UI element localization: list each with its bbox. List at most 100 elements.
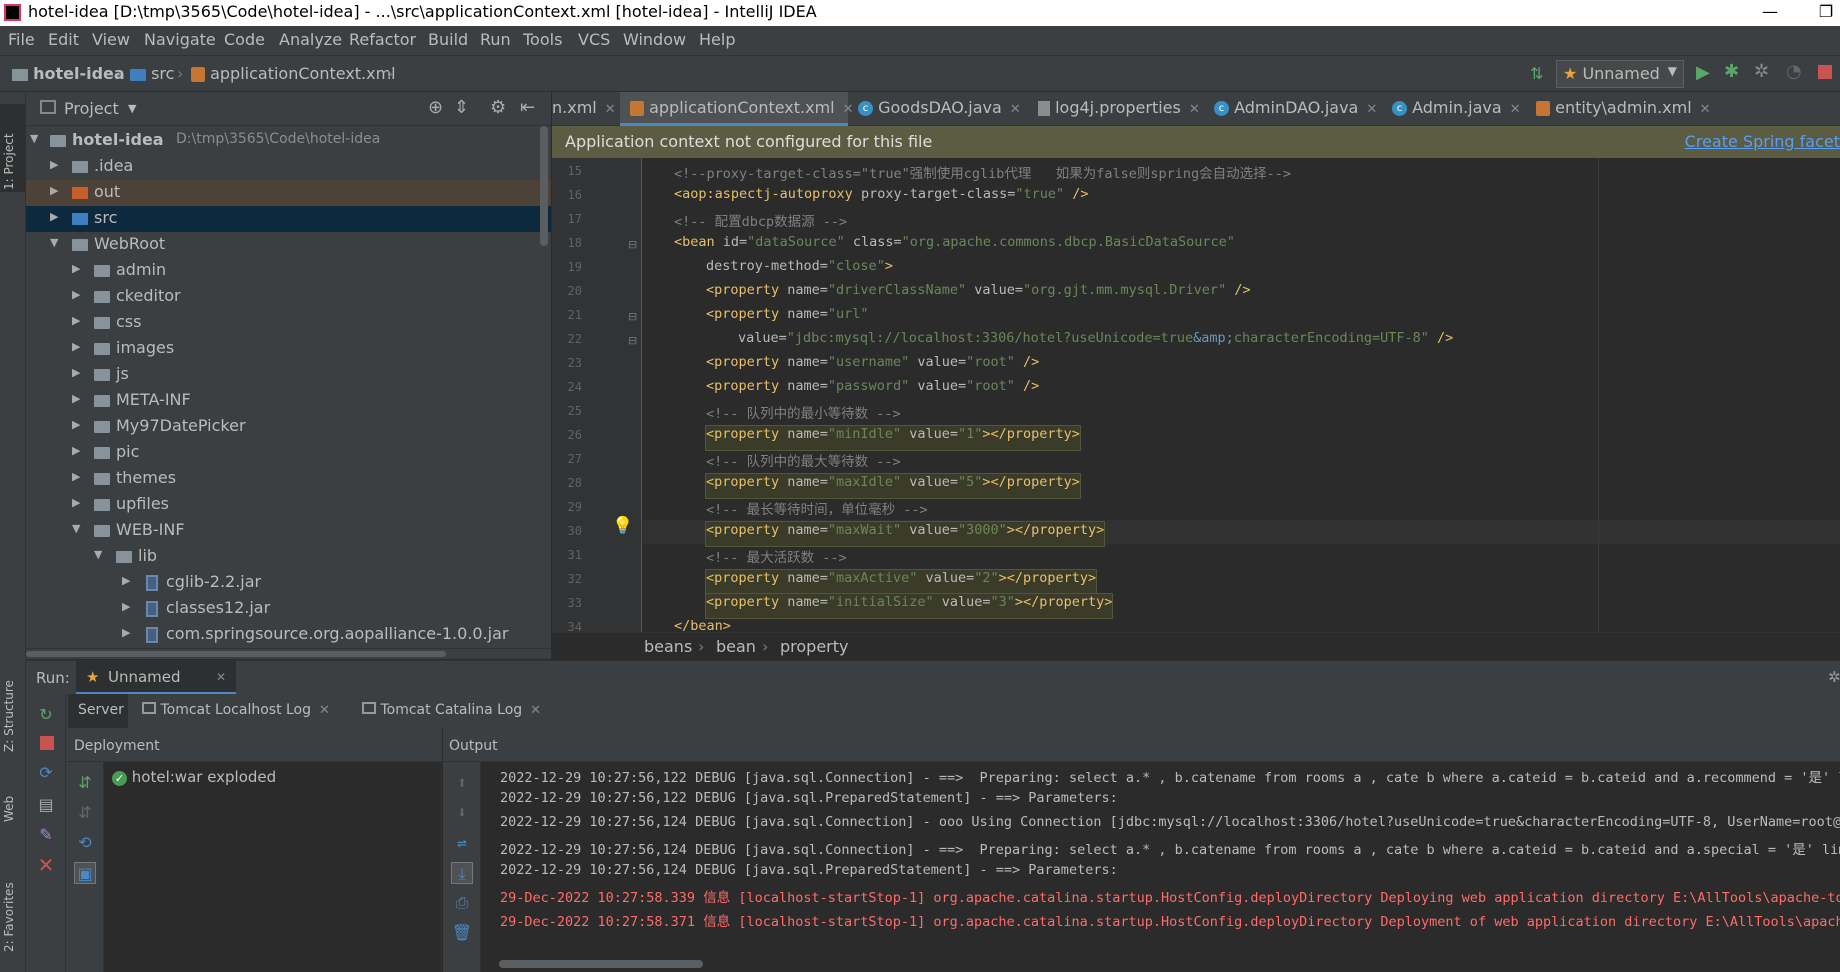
fold-icon[interactable]: ⊟ xyxy=(628,310,637,323)
minimize-button[interactable]: — xyxy=(1756,0,1784,26)
tree-row-themes[interactable]: ▶ themes xyxy=(26,466,551,492)
layout-icon[interactable]: ▤ xyxy=(35,794,57,816)
run-config-tab[interactable]: ★ Unnamed ✕ xyxy=(76,661,236,694)
coverage-icon[interactable]: ✲ xyxy=(1754,61,1769,82)
menu-analyze[interactable]: Analyze xyxy=(279,30,342,49)
tree-row-images[interactable]: ▶ images xyxy=(26,336,551,362)
trash-icon[interactable]: 🗑 xyxy=(451,922,473,944)
tree-row-admin[interactable]: ▶ admin xyxy=(26,258,551,284)
tree-row-src[interactable]: ▶ src xyxy=(26,206,551,232)
close-icon[interactable]: ✕ xyxy=(216,670,226,684)
fold-icon[interactable]: ⊟ xyxy=(628,238,637,251)
subtab-tomcat-catalina-log[interactable]: Tomcat Catalina Log ✕ xyxy=(356,694,556,728)
menu-code[interactable]: Code xyxy=(224,30,265,49)
gear-icon[interactable]: ⚙ xyxy=(490,97,506,118)
editor-crumb-property[interactable]: property xyxy=(780,637,849,656)
code-editor[interactable]: <!--proxy-target-class="true"强制使用cglib代理… xyxy=(643,158,1840,632)
tree-row-root[interactable]: ▼ hotel-idea D:\tmp\3565\Code\hotel-idea xyxy=(26,128,551,154)
editor-crumb-beans[interactable]: beans xyxy=(644,637,692,656)
close-icon[interactable]: ✕ xyxy=(1189,102,1200,117)
tree-row-css[interactable]: ▶ css xyxy=(26,310,551,336)
down-arrow-icon[interactable]: ⬇ xyxy=(451,802,473,824)
artifact-icon[interactable]: ▣ xyxy=(74,862,96,884)
close-icon[interactable]: ✕ xyxy=(1010,102,1021,117)
rerun-icon[interactable]: ↻ xyxy=(35,704,57,726)
close-icon[interactable]: ✕ xyxy=(35,854,57,876)
horizontal-scrollbar[interactable] xyxy=(26,648,551,659)
close-icon[interactable]: ✕ xyxy=(1366,102,1377,117)
tree-row-lib[interactable]: ▼ lib xyxy=(26,544,551,570)
tree-row-classes12-jar[interactable]: ▶ classes12.jar xyxy=(26,596,551,622)
close-icon[interactable]: ✕ xyxy=(319,703,330,718)
output-horizontal-scrollbar[interactable] xyxy=(499,960,703,968)
structure-tool-tab[interactable]: Z: Structure xyxy=(2,662,24,752)
up-arrow-icon[interactable]: ⬆ xyxy=(451,772,473,794)
fold-icon[interactable]: ⊟ xyxy=(628,334,637,347)
tab-admindao-java[interactable]: c AdminDAO.java ✕ xyxy=(1214,92,1386,126)
breadcrumb-src[interactable]: src xyxy=(130,64,174,83)
tree-row-idea[interactable]: ▶ .idea xyxy=(26,154,551,180)
subtab-server[interactable]: Server xyxy=(68,694,128,728)
tree-row-web-inf[interactable]: ▼ WEB-INF xyxy=(26,518,551,544)
scroll-to-end-icon[interactable]: ⤓ xyxy=(451,862,473,884)
tree-row-webroot[interactable]: ▼ WebRoot xyxy=(26,232,551,258)
create-spring-facet-link[interactable]: Create Spring facet xyxy=(1685,132,1840,151)
tree-row-meta-inf[interactable]: ▶ META-INF xyxy=(26,388,551,414)
tab-applicationcontext-xml[interactable]: applicationContext.xml ✕ xyxy=(620,92,854,126)
breadcrumb-file[interactable]: applicationContext.xml xyxy=(191,64,396,83)
run-icon[interactable]: ▶ xyxy=(1696,62,1710,83)
tab-log4j-properties[interactable]: log4j.properties ✕ xyxy=(1038,92,1202,126)
menu-window[interactable]: Window xyxy=(623,30,686,49)
menu-view[interactable]: View xyxy=(92,30,130,49)
undeploy-icon[interactable]: ⇵ xyxy=(74,802,96,824)
tree-row-cglib-jar[interactable]: ▶ cglib-2.2.jar xyxy=(26,570,551,596)
soft-wrap-icon[interactable]: ⇌ xyxy=(451,832,473,854)
menu-refactor[interactable]: Refactor xyxy=(349,30,416,49)
tab-goodsdao-java[interactable]: c GoodsDAO.java ✕ xyxy=(858,92,1030,126)
locate-icon[interactable]: ⊕ xyxy=(428,97,443,118)
build-icon[interactable]: ⇅ xyxy=(1530,64,1543,83)
deploy-icon[interactable]: ⇵ xyxy=(74,772,96,794)
tree-row-ckeditor[interactable]: ▶ ckeditor xyxy=(26,284,551,310)
menu-vcs[interactable]: VCS xyxy=(578,30,610,49)
breadcrumb-project[interactable]: hotel-idea xyxy=(12,64,125,83)
settings-icon[interactable]: ✲ xyxy=(1828,668,1840,686)
update-icon[interactable]: ⟳ xyxy=(35,762,57,784)
chevron-down-icon[interactable]: ▼ xyxy=(128,102,136,115)
lightbulb-icon[interactable]: 💡 xyxy=(612,516,633,536)
tree-row-out[interactable]: ▶ out xyxy=(26,180,551,206)
menu-help[interactable]: Help xyxy=(699,30,735,49)
hide-icon[interactable]: ⇤ xyxy=(520,97,535,118)
close-icon[interactable]: ✕ xyxy=(1700,102,1711,117)
vertical-scrollbar[interactable] xyxy=(540,126,548,246)
stop-icon[interactable] xyxy=(1818,65,1832,79)
maximize-button[interactable]: ❐ xyxy=(1812,0,1840,26)
redeploy-icon[interactable]: ⟲ xyxy=(74,832,96,854)
tab-entity-admin-xml[interactable]: entity\admin.xml ✕ xyxy=(1536,92,1716,126)
close-icon[interactable]: ✕ xyxy=(1510,102,1521,117)
tree-row-js[interactable]: ▶ js xyxy=(26,362,551,388)
print-icon[interactable]: ⎙ xyxy=(451,892,473,914)
profile-icon[interactable]: ◔ xyxy=(1786,61,1802,82)
deployment-item[interactable]: ✓ hotel:war exploded xyxy=(112,768,276,786)
menu-edit[interactable]: Edit xyxy=(48,30,79,49)
menu-run[interactable]: Run xyxy=(480,30,511,49)
menu-navigate[interactable]: Navigate xyxy=(144,30,216,49)
project-view-title[interactable]: Project xyxy=(64,99,119,118)
editor-crumb-bean[interactable]: bean xyxy=(716,637,756,656)
web-tool-tab[interactable]: Web xyxy=(2,782,24,822)
subtab-tomcat-localhost-log[interactable]: Tomcat Localhost Log ✕ xyxy=(136,694,344,728)
tree-row-pic[interactable]: ▶ pic xyxy=(26,440,551,466)
close-icon[interactable]: ✕ xyxy=(530,703,541,718)
menu-tools[interactable]: Tools xyxy=(523,30,562,49)
menu-file[interactable]: File xyxy=(8,30,35,49)
close-icon[interactable]: ✕ xyxy=(605,102,616,117)
tab-admin-xml-partial[interactable]: n.xml ✕ xyxy=(552,92,616,126)
favorites-tool-tab[interactable]: 2: Favorites xyxy=(2,862,24,952)
pin-icon[interactable]: ✎ xyxy=(35,824,57,846)
tree-row-aopalliance-jar[interactable]: ▶ com.springsource.org.aopalliance-1.0.0… xyxy=(26,622,551,648)
run-config-selector[interactable]: ★ Unnamed ▼ xyxy=(1556,60,1684,88)
tree-row-my97datepicker[interactable]: ▶ My97DatePicker xyxy=(26,414,551,440)
tree-row-upfiles[interactable]: ▶ upfiles xyxy=(26,492,551,518)
stop-icon[interactable] xyxy=(40,736,54,750)
